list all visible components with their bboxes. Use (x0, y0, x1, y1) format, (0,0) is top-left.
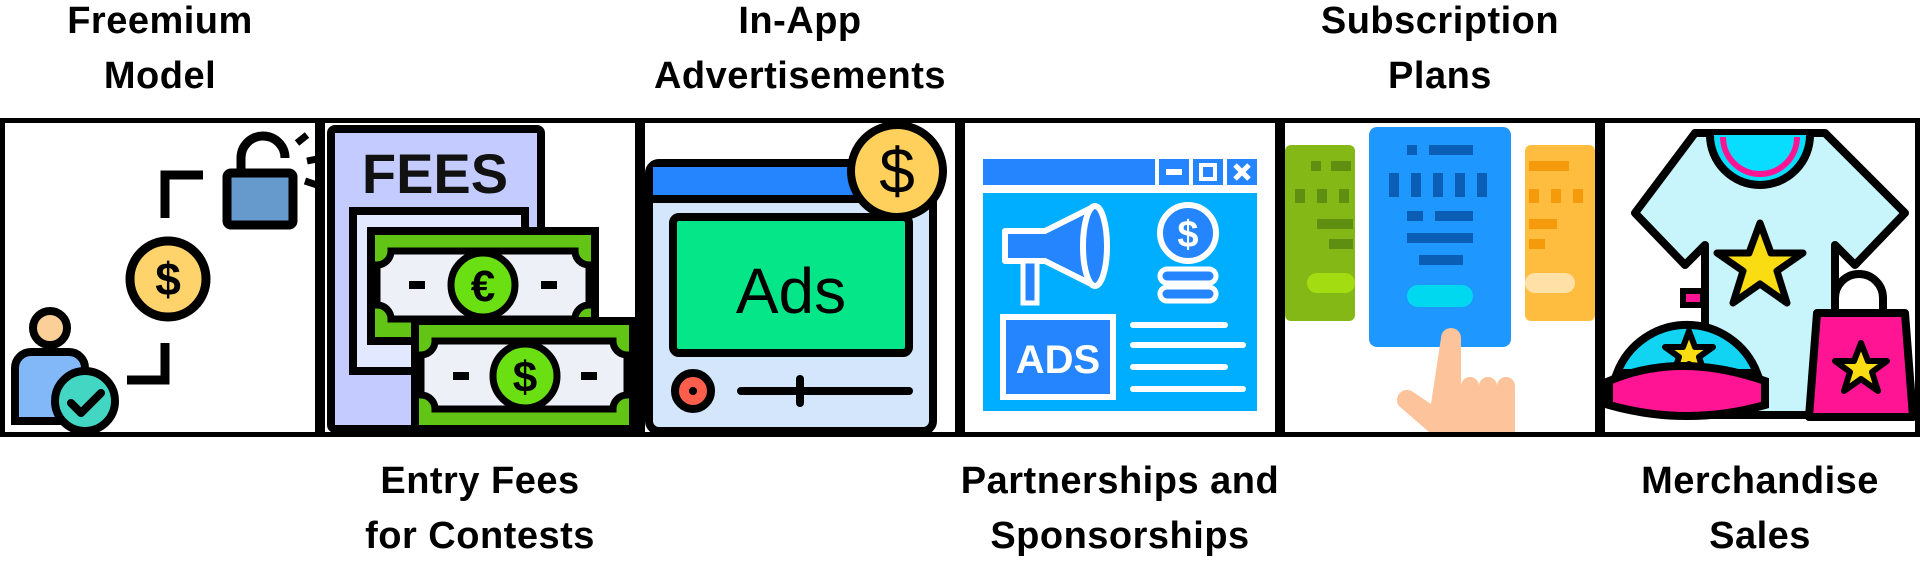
label-line: Partnerships and (960, 460, 1280, 502)
label-line: Model (103, 55, 217, 97)
ads-text: Ads (736, 255, 846, 327)
panel-subscription-plans (1280, 118, 1600, 437)
ads-caps-text: ADS (1016, 338, 1100, 382)
label-line: Freemium (67, 0, 253, 42)
panel-in-app-ads: Ads $ (640, 118, 960, 437)
dollar-sign: $ (1177, 214, 1198, 256)
label-line: Advertisements (653, 55, 947, 97)
label-line: for Contests (365, 515, 595, 557)
label-line: Sales (1709, 515, 1811, 557)
dollar-sign: $ (513, 353, 537, 402)
panel-merchandise (1600, 118, 1920, 437)
label-line: In-App (738, 0, 862, 42)
label-line: Merchandise (1641, 460, 1879, 502)
label-subscription-plans: Subscription Plans (1280, 0, 1600, 104)
ads-window-icon: Ads $ (645, 123, 947, 432)
megaphone-ads-icon: $ ADS (983, 159, 1257, 411)
fees-text: FEES (362, 142, 508, 205)
label-line: Subscription (1320, 0, 1560, 42)
unlock-pay-icon: $ (11, 131, 315, 432)
euro-sign: € (471, 262, 495, 311)
label-freemium-model: Freemium Model (0, 0, 320, 104)
label-line: Entry Fees (380, 460, 580, 502)
label-line: Plans (1388, 55, 1492, 97)
panel-entry-fees: FEES € $ (320, 118, 640, 437)
label-partnerships-sponsorships: Partnerships and Sponsorships (950, 454, 1290, 564)
fees-money-icon: FEES € $ (327, 125, 635, 432)
label-line: Sponsorships (990, 515, 1250, 557)
revenue-model-panels: $ FEES € $ Ads $ $ ADS (0, 118, 1920, 437)
dollar-sign: $ (155, 253, 181, 305)
panel-freemium: $ (0, 118, 320, 437)
label-in-app-advertisements: In-App Advertisements (640, 0, 960, 104)
dollar-sign: $ (879, 135, 915, 207)
plan-select-icon (1285, 127, 1595, 432)
merch-icon (1605, 129, 1915, 421)
panel-partnerships: $ ADS (960, 118, 1280, 437)
label-merchandise-sales: Merchandise Sales (1600, 454, 1920, 564)
label-entry-fees: Entry Fees for Contests (320, 454, 640, 564)
